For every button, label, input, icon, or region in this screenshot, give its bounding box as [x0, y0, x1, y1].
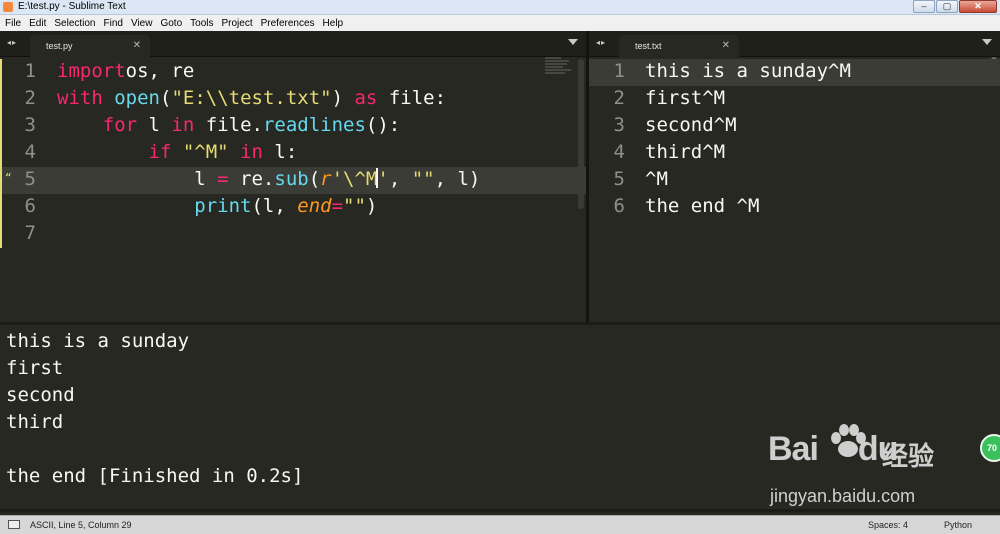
- watermark-url: jingyan.baidu.com: [770, 486, 916, 506]
- line-number: 6: [613, 195, 625, 217]
- text-content: third^M: [645, 141, 726, 163]
- text-content: the end ^M: [645, 195, 760, 217]
- code-line[interactable]: 3 for l in file.readlines():: [0, 113, 586, 140]
- watermark-logo: Bai du: [768, 430, 898, 468]
- code-line[interactable]: 2 with open("E:\\test.txt") as file:: [0, 86, 586, 113]
- line-number: 2: [613, 87, 625, 109]
- tab-test-txt[interactable]: test.txt ✕: [619, 35, 739, 57]
- text-line[interactable]: 3 second^M: [589, 113, 1000, 140]
- menu-edit[interactable]: Edit: [29, 18, 46, 29]
- sublime-app-icon: [3, 2, 13, 12]
- text-content: ^M: [645, 168, 668, 190]
- line-number: 5: [24, 168, 36, 190]
- maximize-button[interactable]: ▢: [936, 0, 958, 13]
- code-text: for l in file.readlines():: [102, 114, 401, 136]
- line-number: 2: [24, 87, 36, 109]
- minimize-button[interactable]: –: [913, 0, 935, 13]
- text-line[interactable]: 5 ^M: [589, 167, 1000, 194]
- text-content: second^M: [645, 114, 737, 136]
- tab-dropdown-icon[interactable]: [568, 39, 578, 45]
- tab-nav-arrows-icon[interactable]: ◂▸: [7, 38, 17, 47]
- window-title: E:\test.py - Sublime Text: [18, 1, 126, 12]
- line-number: 4: [24, 141, 36, 163]
- menu-selection[interactable]: Selection: [54, 18, 95, 29]
- menu-view[interactable]: View: [131, 18, 153, 29]
- output-line: second: [6, 384, 75, 406]
- line-number: 7: [24, 222, 36, 244]
- output-line: the end [Finished in 0.2s]: [6, 465, 304, 487]
- tab-bar-right: ◂▸ test.txt ✕: [589, 31, 1000, 57]
- line-number: 1: [24, 60, 36, 82]
- code-text: print(l, end=""): [194, 195, 378, 217]
- menu-help[interactable]: Help: [323, 18, 344, 29]
- code-text: if "^M" in l:: [148, 141, 298, 163]
- code-line[interactable]: 7: [0, 221, 586, 248]
- status-bar: ASCII, Line 5, Column 29 Spaces: 4 Pytho…: [0, 515, 1000, 534]
- tab-bar-left: ◂▸ test.py ✕: [0, 31, 586, 57]
- code-text: l = re.sub(r'\^M', "", l): [57, 168, 481, 190]
- window-controls: – ▢ ✕: [913, 0, 997, 13]
- watermark-cn-text: 经验: [882, 442, 935, 472]
- line-number: 6: [24, 195, 36, 217]
- text-line[interactable]: 6 the end ^M: [589, 194, 1000, 221]
- code-text: with open("E:\\test.txt") as file:: [57, 87, 447, 109]
- line-number: 4: [613, 141, 625, 163]
- title-bar: E:\test.py - Sublime Text – ▢ ✕: [0, 0, 1000, 15]
- menu-tools[interactable]: Tools: [190, 18, 213, 29]
- text-line[interactable]: 2 first^M: [589, 86, 1000, 113]
- console-toggle-icon[interactable]: [8, 520, 20, 529]
- baidu-jingyan-watermark: Bai du 经验 jingyan.baidu.com: [762, 424, 962, 510]
- line-number: 1: [613, 60, 625, 82]
- output-line: this is a sunday: [6, 330, 190, 352]
- editor-right[interactable]: 1 this is a sunday^M 2 first^M 3 second^M 4 thi…: [589, 57, 1000, 322]
- menu-project[interactable]: Project: [222, 18, 253, 29]
- code-line[interactable]: “5 l = re.sub(r'\^M', "", l): [0, 167, 586, 194]
- tab-close-icon[interactable]: ✕: [722, 40, 730, 51]
- floating-badge[interactable]: 70: [980, 434, 1000, 462]
- text-content: this is a sunday^M: [645, 60, 851, 82]
- line-number: 3: [613, 114, 625, 136]
- code-line[interactable]: 1 importos, re: [0, 59, 586, 86]
- tab-nav-arrows-icon[interactable]: ◂▸: [596, 38, 606, 47]
- text-content: first^M: [645, 87, 726, 109]
- menu-find[interactable]: Find: [104, 18, 123, 29]
- tab-close-icon[interactable]: ✕: [133, 40, 141, 51]
- text-line[interactable]: 4 third^M: [589, 140, 1000, 167]
- tab-test-py[interactable]: test.py ✕: [30, 35, 150, 57]
- status-position: ASCII, Line 5, Column 29: [30, 520, 132, 530]
- output-line: first: [6, 357, 64, 379]
- code-line[interactable]: 6 print(l, end=""): [0, 194, 586, 221]
- menu-goto[interactable]: Goto: [160, 18, 182, 29]
- status-syntax[interactable]: Python: [944, 520, 972, 530]
- status-indentation[interactable]: Spaces: 4: [868, 520, 908, 530]
- code-line[interactable]: 4 if "^M" in l:: [0, 140, 586, 167]
- text-line[interactable]: 1 this is a sunday^M: [589, 59, 1000, 86]
- code-text: importos, re: [57, 60, 195, 82]
- output-line: third: [6, 411, 64, 433]
- menu-bar: File Edit Selection Find View Goto Tools…: [0, 15, 1000, 31]
- tab-label: test.txt: [635, 41, 662, 51]
- menu-preferences[interactable]: Preferences: [261, 18, 315, 29]
- tab-label: test.py: [46, 41, 73, 51]
- line-number: 5: [613, 168, 625, 190]
- tab-dropdown-icon[interactable]: [982, 39, 992, 45]
- menu-file[interactable]: File: [5, 18, 21, 29]
- editor-left[interactable]: 1 importos, re 2 with open("E:\\test.txt") …: [0, 57, 586, 322]
- line-number: 3: [24, 114, 36, 136]
- close-button[interactable]: ✕: [959, 0, 997, 13]
